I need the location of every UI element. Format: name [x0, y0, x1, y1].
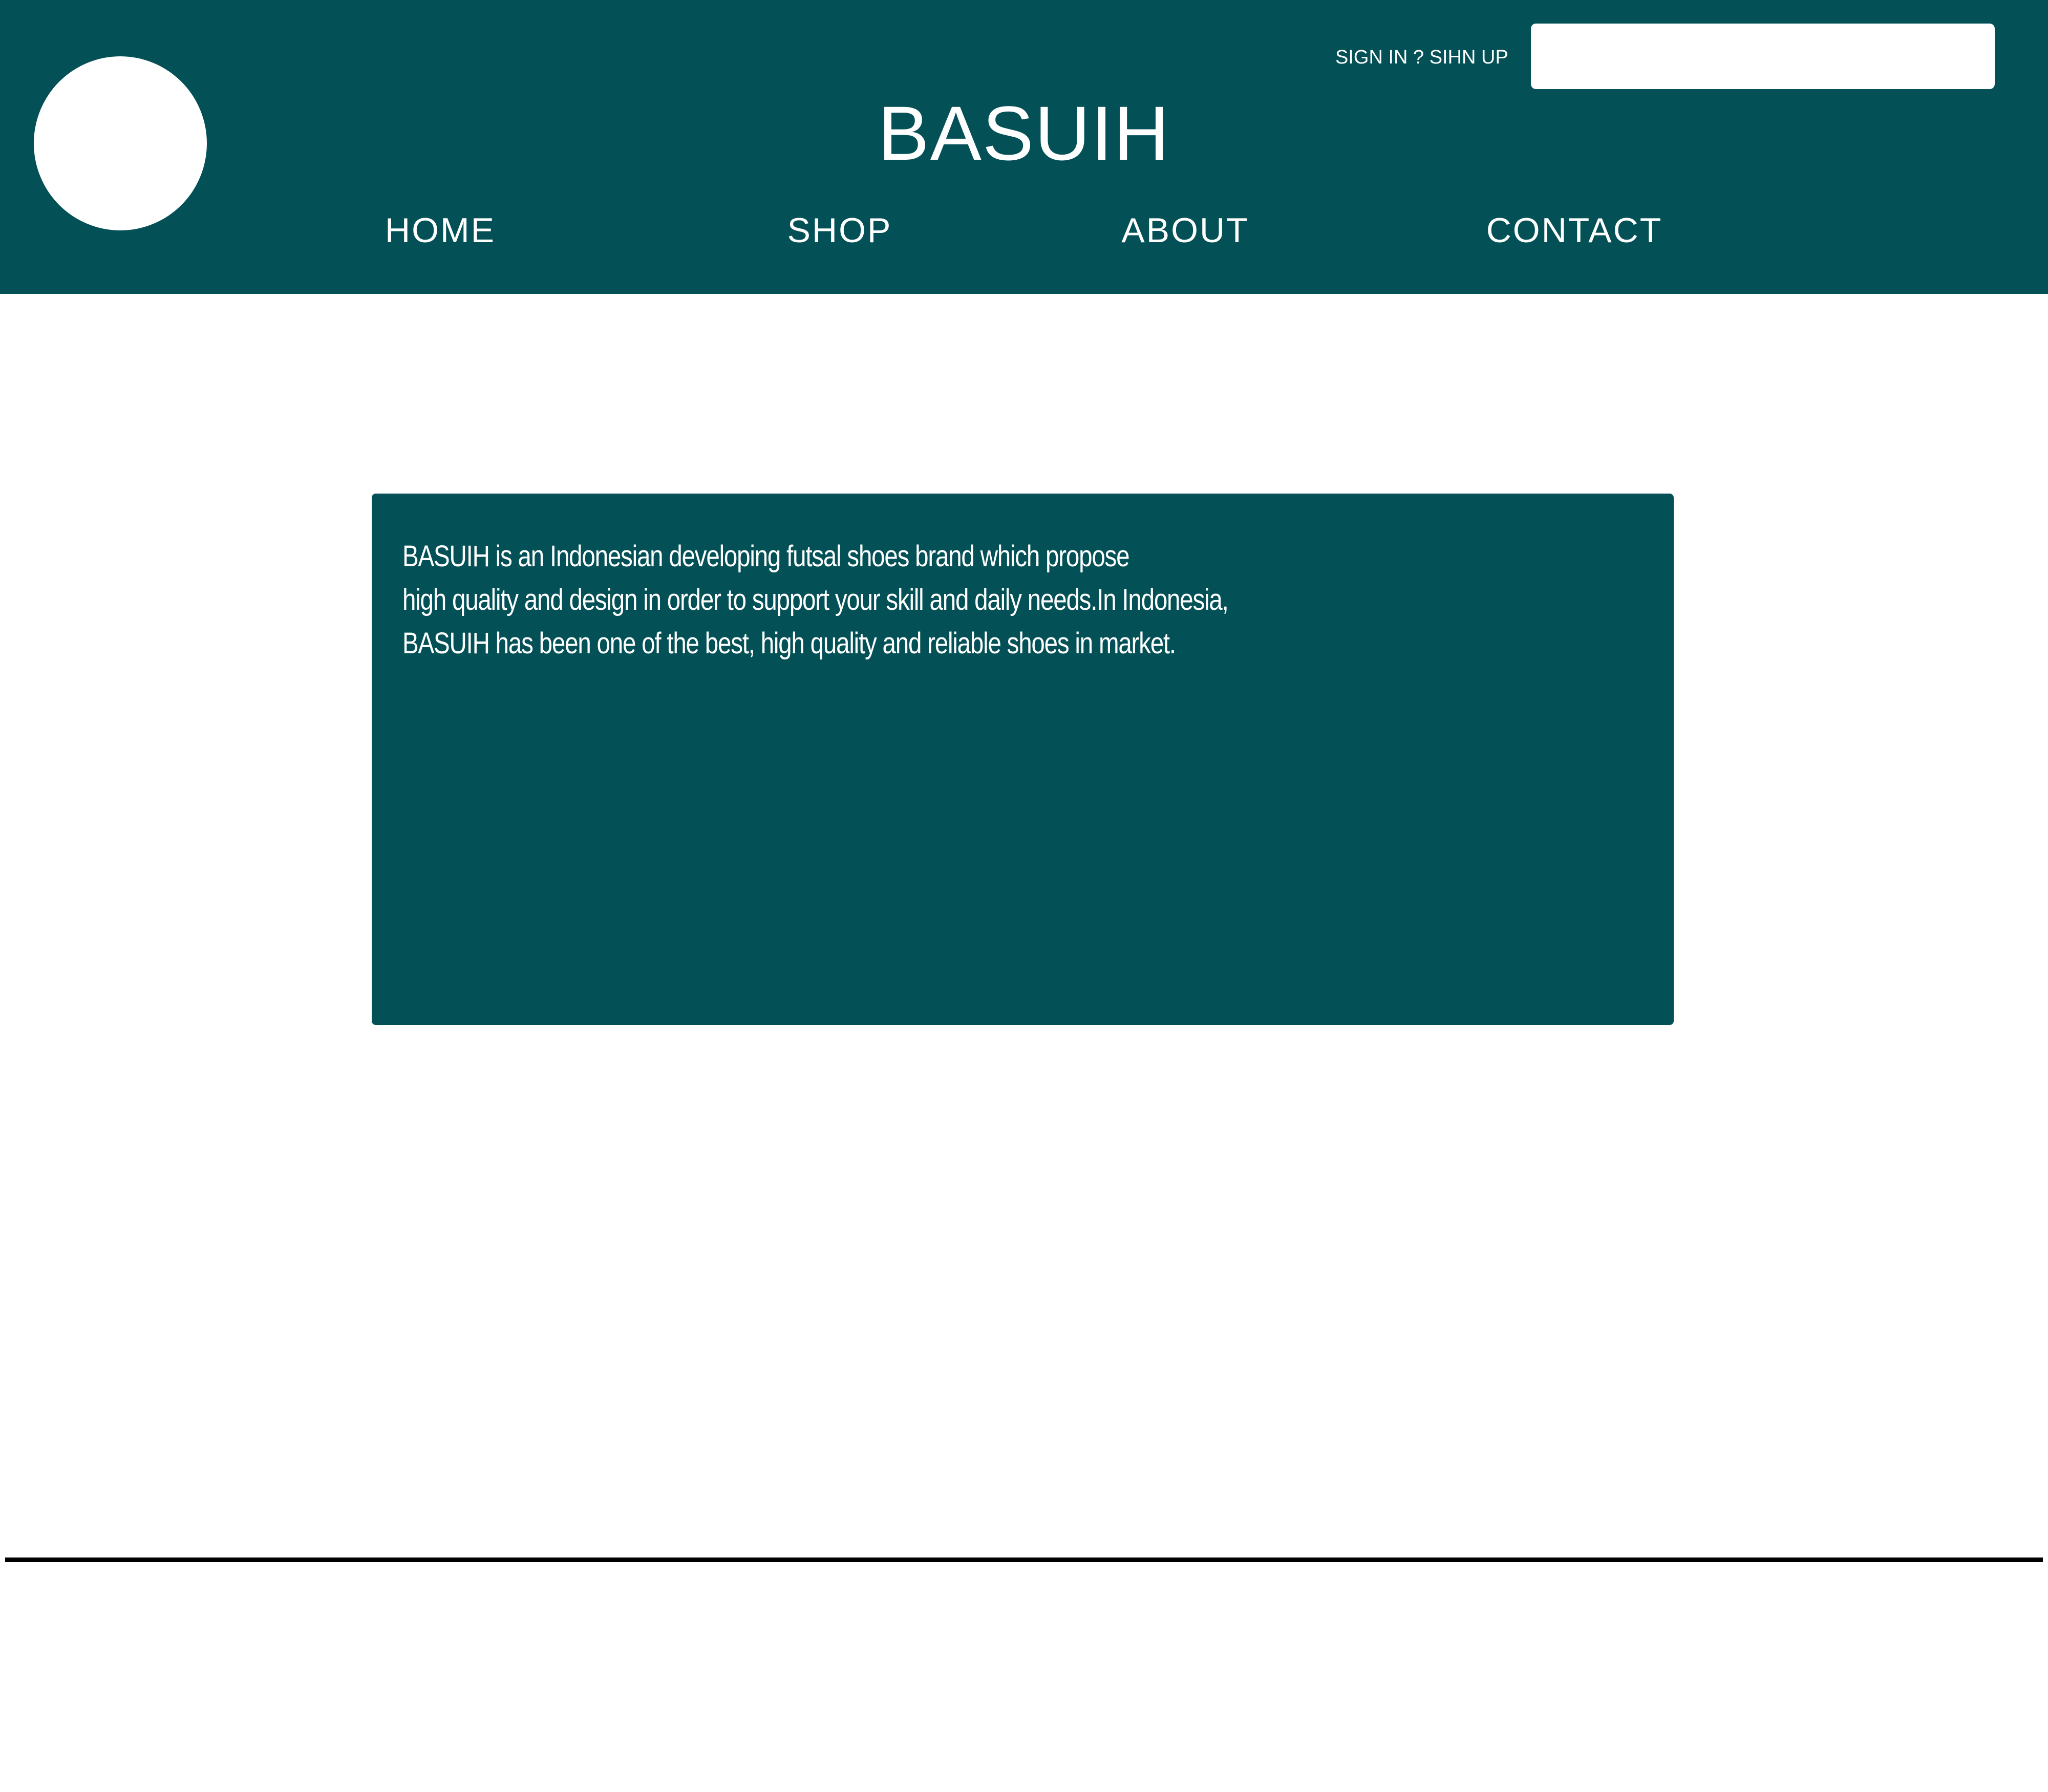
site-header: SIGN IN ? SIHN UP BASUIH HOME SHOP ABOUT…	[0, 0, 2048, 294]
logo-placeholder[interactable]	[34, 56, 207, 230]
about-line-3: BASUIH has been one of the best, high qu…	[402, 627, 1176, 660]
footer-divider	[5, 1558, 2043, 1562]
about-description: BASUIH is an Indonesian developing futsa…	[402, 535, 1410, 665]
nav-contact-link[interactable]: CONTACT	[1475, 207, 1674, 253]
search-input[interactable]	[1531, 24, 1995, 89]
about-line-1: BASUIH is an Indonesian developing futsa…	[402, 540, 1130, 573]
sign-in-sign-up-link[interactable]: SIGN IN ? SIHN UP	[1335, 43, 1508, 72]
brand-title: BASUIH	[878, 90, 1170, 176]
about-line-2: high quality and design in order to supp…	[402, 583, 1229, 616]
nav-home-link[interactable]: HOME	[369, 207, 512, 253]
nav-about-link[interactable]: ABOUT	[1111, 207, 1260, 253]
about-card: BASUIH is an Indonesian developing futsa…	[372, 494, 1674, 1025]
nav-shop-link[interactable]: SHOP	[778, 207, 901, 253]
